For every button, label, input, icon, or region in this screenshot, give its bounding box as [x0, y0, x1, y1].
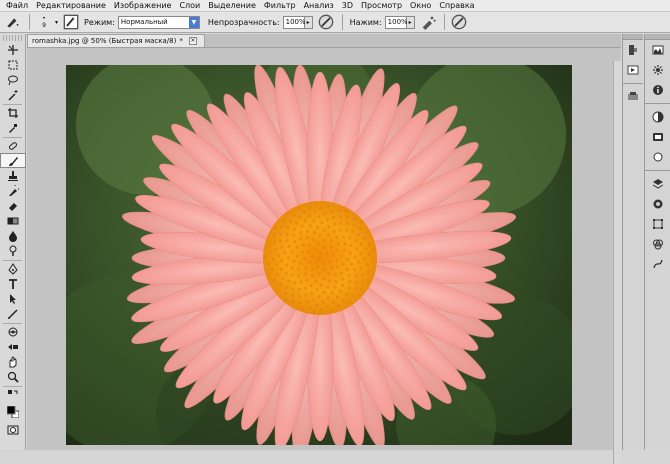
brush-panel-toggle-icon[interactable] [62, 14, 80, 30]
quick-mask-icon[interactable] [0, 422, 26, 437]
foreground-color-swatch[interactable] [0, 402, 26, 422]
mode-label: Режим: [84, 17, 115, 27]
menu-item[interactable]: Анализ [304, 1, 334, 10]
history-brush-icon[interactable] [0, 183, 26, 198]
modified-indicator: * [179, 37, 183, 45]
history-panel-icon[interactable] [623, 40, 643, 60]
masks-icon[interactable] [645, 194, 670, 214]
swap-colors-icon[interactable] [0, 387, 26, 402]
menu-item[interactable]: 3D [342, 1, 353, 10]
dodge-icon[interactable] [0, 243, 26, 258]
options-bar: • 9 ▾ Режим: Нормальный ▼ Непрозрачность… [0, 12, 670, 33]
menu-item[interactable]: Окно [410, 1, 431, 10]
swatches-icon[interactable] [645, 127, 670, 147]
tablet-size-icon[interactable] [450, 14, 468, 30]
move-icon[interactable] [0, 42, 26, 57]
histogram-icon[interactable] [645, 40, 670, 60]
separator [645, 100, 670, 104]
opacity-value: 100% [285, 18, 306, 26]
brush-size-picker[interactable]: • 9 [35, 14, 53, 30]
brush-size-value: 9 [42, 22, 46, 29]
pressure-field[interactable]: 100% [384, 15, 408, 29]
menu-item[interactable]: Файл [6, 1, 28, 10]
document-tab[interactable]: romashka.jpg @ 50% (Быстрая маска/8) * × [27, 34, 205, 47]
blur-icon[interactable] [0, 228, 26, 243]
marquee-icon[interactable] [0, 57, 26, 72]
document-area: romashka.jpg @ 50% (Быстрая маска/8) * × [27, 34, 621, 464]
channels-icon[interactable] [645, 234, 670, 254]
collapsed-panel-dock-right [644, 34, 670, 450]
brush-preset-icon[interactable] [4, 14, 22, 30]
clone-stamp-icon[interactable] [0, 168, 26, 183]
brush-icon[interactable] [0, 153, 26, 168]
mode-select[interactable]: Нормальный ▼ [117, 15, 200, 29]
layers-icon[interactable] [645, 214, 670, 234]
menu-item[interactable]: Просмотр [361, 1, 402, 10]
3d-camera-icon[interactable] [0, 339, 26, 354]
pressure-value: 100% [387, 18, 408, 26]
brush-dot-icon: • [42, 15, 46, 22]
lasso-icon[interactable] [0, 72, 26, 87]
document-canvas[interactable] [27, 47, 621, 464]
pen-icon[interactable] [0, 261, 26, 276]
close-icon[interactable]: × [188, 37, 197, 45]
menu-item[interactable]: Выделение [208, 1, 256, 10]
menu-item[interactable]: Изображение [114, 1, 172, 10]
menu-item[interactable]: Редактирование [36, 1, 106, 10]
image-canvas[interactable] [66, 65, 572, 445]
paths-icon[interactable] [645, 254, 670, 274]
healing-brush-icon[interactable] [0, 138, 26, 153]
pressure-slider-toggle[interactable]: ▸ [406, 15, 415, 29]
menu-bar: Файл Редактирование Изображение Слои Выделен… [0, 0, 670, 12]
menu-item[interactable]: Слои [179, 1, 200, 10]
chevron-down-icon[interactable]: ▾ [55, 19, 58, 26]
menu-item[interactable]: Фильтр [264, 1, 296, 10]
adjustments-icon[interactable] [645, 174, 670, 194]
mode-value: Нормальный [120, 18, 168, 26]
crop-icon[interactable] [0, 105, 26, 120]
collapsed-panel-dock-left [622, 34, 643, 450]
navigator-icon[interactable] [645, 60, 670, 80]
panel-grip[interactable] [3, 35, 22, 41]
daisy-photo [66, 65, 572, 445]
type-icon[interactable] [0, 276, 26, 291]
tool-presets-icon[interactable] [623, 87, 643, 107]
opacity-field[interactable]: 100% [282, 15, 306, 29]
separator [29, 14, 30, 30]
info-icon[interactable] [645, 80, 670, 100]
opacity-label: Непрозрачность: [207, 17, 280, 27]
document-tab-title: romashka.jpg @ 50% (Быстрая маска/8) [32, 37, 177, 45]
pressure-label: Нажим: [349, 17, 382, 27]
chevron-down-icon: ▼ [188, 16, 199, 28]
gradient-icon[interactable] [0, 213, 26, 228]
eyedropper-icon[interactable] [0, 120, 26, 135]
path-selection-icon[interactable] [0, 291, 26, 306]
hand-icon[interactable] [0, 354, 26, 369]
tools-panel [0, 34, 26, 450]
actions-panel-icon[interactable] [623, 60, 643, 80]
separator [623, 80, 643, 84]
opacity-slider-toggle[interactable]: ▸ [304, 15, 313, 29]
3d-rotate-icon[interactable] [0, 324, 26, 339]
separator [443, 14, 445, 30]
separator [341, 14, 343, 30]
styles-icon[interactable] [645, 147, 670, 167]
magic-wand-icon[interactable] [0, 87, 26, 102]
menu-item[interactable]: Справка [439, 1, 474, 10]
separator [645, 167, 670, 171]
shape-icon[interactable] [0, 306, 26, 321]
eraser-icon[interactable] [0, 198, 26, 213]
vertical-scrollbar[interactable] [613, 61, 621, 464]
zoom-icon[interactable] [0, 369, 26, 384]
tablet-opacity-icon[interactable] [317, 14, 335, 30]
airbrush-icon[interactable] [419, 14, 437, 30]
color-icon[interactable] [645, 107, 670, 127]
